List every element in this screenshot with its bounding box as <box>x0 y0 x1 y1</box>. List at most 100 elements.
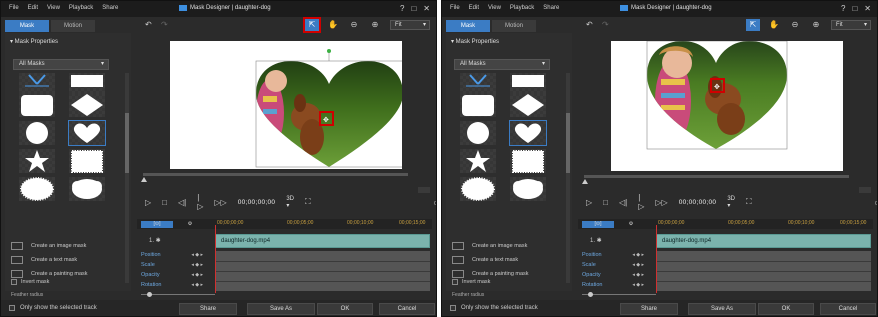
preview-canvas[interactable]: ✥ <box>137 33 436 183</box>
heart-mask-preview[interactable]: ✥ <box>611 41 843 171</box>
canvas-position-marker[interactable] <box>582 179 588 184</box>
fullscreen-icon[interactable]: ⛶ <box>746 197 752 207</box>
close-button[interactable]: ✕ <box>423 4 430 13</box>
menu-playback[interactable]: Playback <box>69 5 93 11</box>
zoom-out-icon[interactable]: ⊖ <box>347 19 361 31</box>
mask-circle[interactable] <box>460 121 496 145</box>
fast-forward-icon[interactable]: ▷▷ <box>214 198 226 207</box>
keyframe-nav-icon[interactable]: ◂ ◆ ▸ <box>632 272 644 278</box>
3d-toggle[interactable]: 3D ▾ <box>286 196 294 209</box>
menu-edit[interactable]: Edit <box>28 5 38 11</box>
mask-cloud[interactable] <box>510 177 546 201</box>
timeline-zoom-slider[interactable] <box>141 292 215 298</box>
tab-motion[interactable]: Motion <box>51 20 95 32</box>
track-view-button[interactable]: [⊙] <box>141 221 173 228</box>
property-rotation[interactable]: Rotation ◂ ◆ ▸ <box>137 281 207 291</box>
invert-mask-option[interactable]: Invert mask <box>11 279 49 285</box>
cancel-button[interactable]: Cancel <box>379 303 435 315</box>
help-button[interactable]: ? <box>841 4 845 13</box>
mask-cloud[interactable] <box>69 177 105 201</box>
menu-share[interactable]: Share <box>543 5 559 11</box>
share-button[interactable]: Share <box>620 303 678 315</box>
invert-mask-option[interactable]: Invert mask <box>452 279 490 285</box>
display-icon[interactable]: ▭ <box>434 198 436 207</box>
canvas-hscrollbar[interactable] <box>584 175 849 178</box>
zoom-fit-dropdown[interactable]: Fit ▾ <box>831 20 871 30</box>
select-tool-icon[interactable]: ⇱ <box>303 17 321 33</box>
panel-scrollbar[interactable] <box>566 73 570 283</box>
create-image-mask[interactable]: Create an image mask <box>11 239 88 253</box>
cancel-button[interactable]: Cancel <box>820 303 876 315</box>
mask-rounded-rect[interactable] <box>460 93 496 117</box>
keyframe-nav-icon[interactable]: ◂ ◆ ▸ <box>191 282 203 288</box>
maximize-button[interactable]: □ <box>411 4 416 13</box>
property-scale[interactable]: Scale ◂ ◆ ▸ <box>137 261 207 271</box>
menu-view[interactable]: View <box>488 5 501 11</box>
play-icon[interactable]: ▷ <box>145 198 151 207</box>
timeline-settings-icon[interactable]: ⚙ <box>626 221 636 228</box>
tab-mask[interactable]: Mask <box>5 20 49 32</box>
zoom-in-icon[interactable]: ⊕ <box>368 19 382 31</box>
save-as-button[interactable]: Save As <box>688 303 756 315</box>
keyframe-nav-icon[interactable]: ◂ ◆ ▸ <box>191 252 203 258</box>
only-selected-option[interactable]: Only show the selected track <box>9 305 97 311</box>
heart-mask-preview[interactable]: ✥ <box>170 41 402 169</box>
property-position[interactable]: Position ◂ ◆ ▸ <box>578 251 648 261</box>
menu-edit[interactable]: Edit <box>469 5 479 11</box>
undo-button[interactable]: ↶ <box>145 20 152 29</box>
play-icon[interactable]: ▷ <box>586 198 592 207</box>
create-text-mask[interactable]: Create a text mask <box>11 253 88 267</box>
maximize-button[interactable]: □ <box>852 4 857 13</box>
only-selected-checkbox[interactable] <box>9 305 15 311</box>
menu-playback[interactable]: Playback <box>510 5 534 11</box>
mask-star[interactable] <box>19 149 55 173</box>
keyframe-nav-icon[interactable]: ◂ ◆ ▸ <box>632 252 644 258</box>
mask-category-dropdown[interactable]: All Masks ▾ <box>454 59 550 70</box>
mask-heart[interactable] <box>68 120 106 146</box>
preview-canvas[interactable]: ✥ <box>578 33 877 184</box>
prev-frame-icon[interactable]: ◁| <box>619 198 627 207</box>
3d-toggle[interactable]: 3D ▾ <box>727 196 735 209</box>
mask-circle[interactable] <box>19 121 55 145</box>
timecode[interactable]: 00;00;00;00 <box>238 199 276 206</box>
menu-file[interactable]: File <box>9 5 19 11</box>
timeline-ruler[interactable]: [⊙] ⚙ 00;00;00;00 00;00;05;00 00;00;10;0… <box>137 219 432 229</box>
redo-button[interactable]: ↷ <box>602 20 609 29</box>
keyframe-nav-icon[interactable]: ◂ ◆ ▸ <box>191 262 203 268</box>
zoom-in-icon[interactable]: ⊕ <box>809 19 823 31</box>
close-button[interactable]: ✕ <box>864 4 871 13</box>
timeline-ruler[interactable]: [⊙] ⚙ 00;00;00;00 00;00;05;00 00;00;10;0… <box>578 219 873 229</box>
canvas-hscrollbar[interactable] <box>143 173 408 176</box>
timeline-zoom-slider[interactable] <box>582 292 656 298</box>
mask-rounded-rect[interactable] <box>19 93 55 117</box>
panel-scrollbar[interactable] <box>125 73 129 283</box>
fast-forward-icon[interactable]: ▷▷ <box>655 198 667 207</box>
timeline-playhead[interactable] <box>215 225 216 293</box>
mask-burst[interactable] <box>19 177 55 201</box>
track-view-button[interactable]: [⊙] <box>582 221 614 228</box>
ok-button[interactable]: OK <box>758 303 814 315</box>
next-frame-icon[interactable]: |▷ <box>638 193 644 211</box>
display-icon[interactable]: ▭ <box>875 198 877 207</box>
menu-file[interactable]: File <box>450 5 460 11</box>
property-opacity[interactable]: Opacity ◂ ◆ ▸ <box>137 271 207 281</box>
share-button[interactable]: Share <box>179 303 237 315</box>
timecode[interactable]: 00;00;00;00 <box>679 199 717 206</box>
mask-star[interactable] <box>460 149 496 173</box>
only-selected-checkbox[interactable] <box>450 305 456 311</box>
zoom-fit-dropdown[interactable]: Fit ▾ <box>390 20 430 30</box>
tab-motion[interactable]: Motion <box>492 20 536 32</box>
next-frame-icon[interactable]: |▷ <box>197 193 203 211</box>
timeline-settings-icon[interactable]: ⚙ <box>185 221 195 228</box>
panel-title[interactable]: ▾ Mask Properties <box>451 38 499 45</box>
panel-title[interactable]: ▾ Mask Properties <box>10 38 58 45</box>
ok-button[interactable]: OK <box>317 303 373 315</box>
mask-burst[interactable] <box>460 177 496 201</box>
video-clip[interactable]: daughter-dog.mp4 <box>656 234 871 248</box>
keyframe-area[interactable] <box>656 251 871 291</box>
invert-mask-checkbox[interactable] <box>452 279 458 285</box>
redo-button[interactable]: ↷ <box>161 20 168 29</box>
menu-view[interactable]: View <box>47 5 60 11</box>
undo-button[interactable]: ↶ <box>586 20 593 29</box>
prev-frame-icon[interactable]: ◁| <box>178 198 186 207</box>
